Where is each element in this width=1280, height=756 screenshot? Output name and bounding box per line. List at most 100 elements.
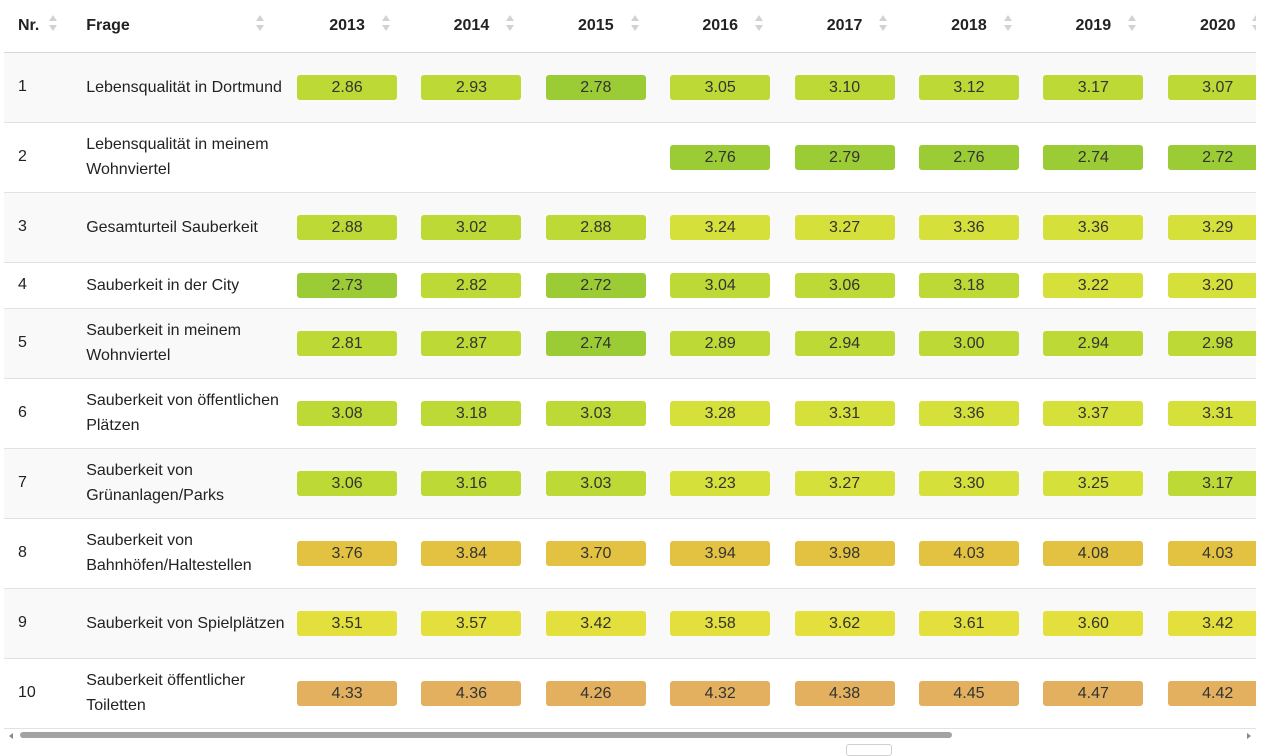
question-text: Sauberkeit von öffentlichen Plätzen (86, 392, 279, 434)
score-badge: 3.25 (1043, 470, 1144, 496)
score-badge: 3.18 (421, 400, 522, 426)
score-cell: 3.31 (782, 378, 906, 448)
column-header-year[interactable]: 2018 (907, 0, 1031, 52)
sort-icon[interactable] (381, 15, 391, 35)
column-header-year[interactable]: 2013 (285, 0, 409, 52)
scroll-left-arrow-icon[interactable] (9, 733, 13, 739)
results-table: Nr. Frage 2013 2014 2015 2016 2017 2018 … (4, 0, 1256, 729)
score-cell: 3.23 (658, 448, 782, 518)
sort-icon[interactable] (1003, 15, 1013, 35)
score-badge: 2.88 (545, 214, 646, 240)
row-number: 9 (18, 614, 27, 631)
score-cell: 2.76 (658, 122, 782, 192)
score-badge: 3.76 (297, 540, 398, 566)
column-header-frage[interactable]: Frage (68, 0, 285, 52)
score-badge: 3.36 (918, 214, 1019, 240)
score-badge: 2.82 (421, 272, 522, 298)
score-cell: 2.94 (1031, 308, 1155, 378)
question-text: Lebensqualität in Dortmund (86, 78, 282, 96)
score-badge: 4.32 (670, 680, 771, 706)
column-header-year[interactable]: 2016 (658, 0, 782, 52)
score-cell: 3.51 (285, 588, 409, 658)
column-header-year[interactable]: 2014 (409, 0, 533, 52)
score-cell: 3.37 (1031, 378, 1155, 448)
score-badge: 2.72 (1167, 144, 1256, 170)
score-cell: 3.02 (409, 192, 533, 262)
header-row: Nr. Frage 2013 2014 2015 2016 2017 2018 … (4, 0, 1256, 52)
score-cell: 2.72 (534, 262, 658, 308)
score-badge: 3.30 (918, 470, 1019, 496)
table-row: 1 Lebensqualität in Dortmund 2.86 2.93 2.78 3… (4, 52, 1256, 122)
score-badge: 3.05 (670, 74, 771, 100)
question-text: Lebensqualität in meinem Wohnviertel (86, 136, 269, 178)
score-cell: 3.42 (1155, 588, 1256, 658)
row-number: 6 (18, 404, 27, 421)
page-size-select[interactable] (846, 744, 892, 756)
score-badge: 4.08 (1043, 540, 1144, 566)
table-row: 2 Lebensqualität in meinem Wohnviertel 2.7… (4, 122, 1256, 192)
row-number: 5 (18, 334, 27, 351)
score-badge: 4.33 (297, 680, 398, 706)
score-badge: 3.60 (1043, 610, 1144, 636)
score-badge: 4.26 (545, 680, 646, 706)
sort-icon[interactable] (1251, 15, 1256, 35)
score-cell: 3.05 (658, 52, 782, 122)
sort-icon[interactable] (754, 15, 764, 35)
score-badge: 3.31 (1167, 400, 1256, 426)
score-cell: 2.73 (285, 262, 409, 308)
scroll-right-arrow-icon[interactable] (1247, 733, 1251, 739)
score-cell: 3.70 (534, 518, 658, 588)
score-badge: 3.00 (918, 330, 1019, 356)
column-header-year[interactable]: 2017 (782, 0, 906, 52)
sort-icon[interactable] (1127, 15, 1137, 35)
column-header-year-label: 2016 (702, 16, 738, 34)
score-cell: 3.17 (1031, 52, 1155, 122)
table-row: 8 Sauberkeit von Bahnhöfen/Haltestellen 3.… (4, 518, 1256, 588)
column-header-year-label: 2015 (578, 16, 614, 34)
score-badge: 2.74 (1043, 144, 1144, 170)
score-cell: 3.30 (907, 448, 1031, 518)
sort-icon[interactable] (48, 15, 58, 35)
score-cell: 3.27 (782, 448, 906, 518)
score-cell: 4.38 (782, 658, 906, 728)
column-header-year[interactable]: 2020 (1155, 0, 1256, 52)
score-badge: 3.42 (545, 610, 646, 636)
row-number: 8 (18, 544, 27, 561)
score-badge: 2.93 (421, 74, 522, 100)
score-badge: 3.22 (1043, 272, 1144, 298)
sort-icon[interactable] (505, 15, 515, 35)
score-badge: 3.16 (421, 470, 522, 496)
row-number: 7 (18, 474, 27, 491)
sort-icon[interactable] (878, 15, 888, 35)
scrollbar-thumb[interactable] (20, 732, 952, 738)
sort-icon[interactable] (255, 15, 265, 35)
score-badge: 4.42 (1167, 680, 1256, 706)
score-cell: 2.72 (1155, 122, 1256, 192)
table-row: 9 Sauberkeit von Spielplätzen 3.51 3.57 3.42… (4, 588, 1256, 658)
sort-icon[interactable] (630, 15, 640, 35)
score-badge: 3.70 (545, 540, 646, 566)
score-cell: 4.42 (1155, 658, 1256, 728)
score-cell: 3.24 (658, 192, 782, 262)
score-badge: 3.17 (1043, 74, 1144, 100)
score-cell: 3.58 (658, 588, 782, 658)
score-cell: 3.76 (285, 518, 409, 588)
score-badge: 3.06 (794, 272, 895, 298)
score-badge: 2.72 (545, 272, 646, 298)
score-cell: 3.10 (782, 52, 906, 122)
column-header-year-label: 2014 (453, 16, 490, 34)
column-header-year[interactable]: 2019 (1031, 0, 1155, 52)
score-badge: 3.18 (918, 272, 1019, 298)
row-number: 1 (18, 78, 27, 95)
horizontal-scrollbar[interactable] (0, 731, 1280, 743)
score-cell: 3.61 (907, 588, 1031, 658)
column-header-nr[interactable]: Nr. (4, 0, 68, 52)
score-badge: 2.76 (918, 144, 1019, 170)
score-cell: 4.26 (534, 658, 658, 728)
question-text: Sauberkeit öffentlicher Toiletten (86, 672, 246, 714)
score-badge: 3.04 (670, 272, 771, 298)
score-badge: 2.89 (670, 330, 771, 356)
column-header-year[interactable]: 2015 (534, 0, 658, 52)
score-cell: 3.36 (1031, 192, 1155, 262)
score-badge: 2.79 (794, 144, 895, 170)
